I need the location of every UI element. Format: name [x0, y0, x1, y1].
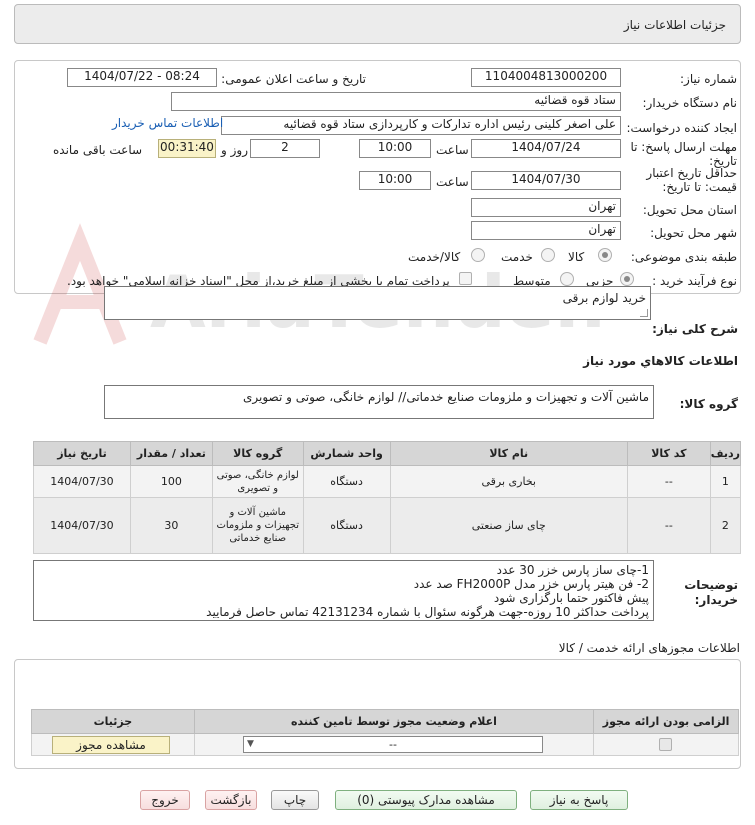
validity-time-field[interactable]: 10:00: [359, 171, 431, 190]
back-button[interactable]: بازگشت: [205, 790, 257, 810]
permits-table-header: الزامی بودن ارائه مجوز اعلام وضعیت مجوز …: [31, 709, 739, 734]
buyer-notes-line: پیش فاکتور حتما بارگزاری شود: [493, 591, 649, 605]
col-name: نام کالا: [389, 441, 628, 466]
category-service-label: خدمت: [501, 250, 533, 264]
category-service-radio[interactable]: [541, 248, 555, 262]
deadline-label: مهلت ارسال پاسخ: تا تاریخ:: [630, 140, 737, 168]
announce-field[interactable]: 1404/07/22 - 08:24: [67, 68, 217, 87]
cell-unit: دستگاه: [302, 497, 391, 554]
chevron-down-icon: ▼: [247, 739, 254, 749]
creator-field[interactable]: علی اصغر کلینی رئیس اداره تدارکات و کارپ…: [221, 116, 621, 135]
deadline-time-label: ساعت: [436, 143, 469, 157]
permits-title: اطلاعات مجوزهای ارائه خدمت / کالا: [558, 641, 740, 655]
creator-label: ایجاد کننده درخواست:: [626, 121, 737, 135]
process-medium-radio[interactable]: [560, 272, 574, 286]
table-row[interactable]: 1 -- بخاری برقی دستگاه لوازم خانگی، صوتی…: [33, 465, 742, 498]
cell-unit: دستگاه: [302, 465, 391, 498]
province-field[interactable]: تهران: [471, 198, 621, 217]
view-permit-button[interactable]: مشاهده مجوز: [52, 736, 170, 754]
attachments-button[interactable]: مشاهده مدارک پیوستی (0): [335, 790, 517, 810]
cell-date: 1404/07/30: [33, 497, 131, 554]
permit-status-select[interactable]: -- ▼: [243, 736, 543, 753]
cell-qty: 100: [129, 465, 213, 498]
need-number-label: شماره نیاز:: [680, 72, 737, 86]
cell-qty: 30: [129, 497, 213, 554]
remaining-label: ساعت باقی مانده: [53, 143, 143, 157]
buyer-contact-link[interactable]: اطلاعات تماس خریدار: [112, 116, 223, 130]
category-goods-radio[interactable]: [598, 248, 612, 262]
category-label: طبقه بندی موضوعی:: [630, 250, 737, 264]
goods-info-title: اطلاعات کالاهاي مورد نياز: [583, 354, 738, 368]
cell-date: 1404/07/30: [33, 465, 131, 498]
page-title: جزئیات اطلاعات نیاز: [623, 18, 726, 32]
need-description-label: شرح کلی نیاز:: [652, 322, 738, 336]
exit-button[interactable]: خروج: [140, 790, 190, 810]
reply-button[interactable]: پاسخ به نیاز: [530, 790, 628, 810]
need-description-field[interactable]: خرید لوازم برقی: [104, 286, 651, 320]
table-row[interactable]: 2 -- چای ساز صنعتی دستگاه ماشین آلات و ت…: [33, 497, 742, 554]
buyer-org-label: نام دستگاه خریدار:: [642, 96, 738, 110]
cell-group: ماشین آلات و تجهیزات و ملزومات صنایع خدم…: [211, 497, 304, 554]
validity-date-field[interactable]: 1404/07/30: [471, 171, 621, 190]
col-permit-required: الزامی بودن ارائه مجوز: [593, 709, 739, 734]
buyer-notes-line: 1-چای ساز پارس خزر 30 عدد: [496, 563, 649, 577]
permit-status-value: --: [389, 738, 397, 751]
goods-group-field[interactable]: ماشین آلات و تجهیزات و ملزومات صنایع خدم…: [104, 385, 654, 419]
city-label: شهر محل تحویل:: [650, 226, 737, 240]
buyer-notes-field[interactable]: 1-چای ساز پارس خزر 30 عدد 2- فن هیتر پار…: [33, 560, 654, 621]
category-goods-label: کالا: [568, 250, 585, 264]
col-unit: واحد شمارش: [302, 441, 391, 466]
cell-group: لوازم خانگی، صوتی و تصویری: [211, 465, 304, 498]
need-number-field[interactable]: 1104004813000200: [471, 68, 621, 87]
cell-code: --: [626, 465, 711, 498]
col-permit-details: جزئیات: [31, 709, 195, 734]
cell-row: 1: [709, 465, 742, 498]
deadline-date-field[interactable]: 1404/07/24: [471, 139, 621, 158]
permit-required-checkbox: [659, 738, 672, 751]
buyer-notes-label: توضیحات خریدار:: [684, 578, 738, 607]
process-type-label: نوع فرآیند خرید :: [652, 274, 737, 288]
page-header: جزئیات اطلاعات نیاز: [14, 4, 741, 44]
cell-code: --: [626, 497, 711, 554]
countdown-timer: 00:31:40: [158, 139, 216, 158]
cell-name: چای ساز صنعتی: [389, 497, 628, 554]
buyer-notes-line: پرداخت حداکثر 10 روزه-جهت هرگونه سئوال ب…: [206, 605, 649, 619]
col-group: گروه کالا: [211, 441, 304, 466]
cell-name: بخاری برقی: [389, 465, 628, 498]
validity-time-label: ساعت: [436, 175, 469, 189]
col-permit-status: اعلام وضعیت مجوز توسط تامین کننده: [193, 709, 595, 734]
cell-row: 2: [709, 497, 742, 554]
days-remaining-field[interactable]: 2: [250, 139, 320, 158]
category-goods-service-radio[interactable]: [471, 248, 485, 262]
col-code: کد کالا: [626, 441, 711, 466]
validity-label: حداقل تاریخ اعتبار قیمت: تا تاریخ:: [646, 166, 737, 194]
col-date: تاریخ نیاز: [33, 441, 131, 466]
buyer-org-field[interactable]: ستاد قوه قضائیه: [171, 92, 621, 111]
treasury-checkbox[interactable]: [459, 272, 472, 285]
deadline-time-field[interactable]: 10:00: [359, 139, 431, 158]
province-label: استان محل تحویل:: [642, 203, 737, 217]
category-goods-service-label: کالا/خدمت: [408, 250, 461, 264]
goods-group-label: گروه کالا:: [679, 397, 738, 411]
city-field[interactable]: تهران: [471, 221, 621, 240]
col-qty: تعداد / مقدار: [129, 441, 213, 466]
items-table-header: ردیف کد کالا نام کالا واحد شمارش گروه کا…: [33, 441, 742, 466]
buyer-notes-line: 2- فن هیتر پارس خزر مدل FH2000P صد عدد: [413, 577, 649, 591]
print-button[interactable]: چاپ: [271, 790, 319, 810]
announce-label: تاریخ و ساعت اعلان عمومی:: [221, 72, 366, 86]
days-label: روز و: [221, 143, 248, 157]
items-table: ردیف کد کالا نام کالا واحد شمارش گروه کا…: [33, 441, 742, 554]
col-row: ردیف: [709, 441, 742, 466]
process-partial-radio[interactable]: [620, 272, 634, 286]
